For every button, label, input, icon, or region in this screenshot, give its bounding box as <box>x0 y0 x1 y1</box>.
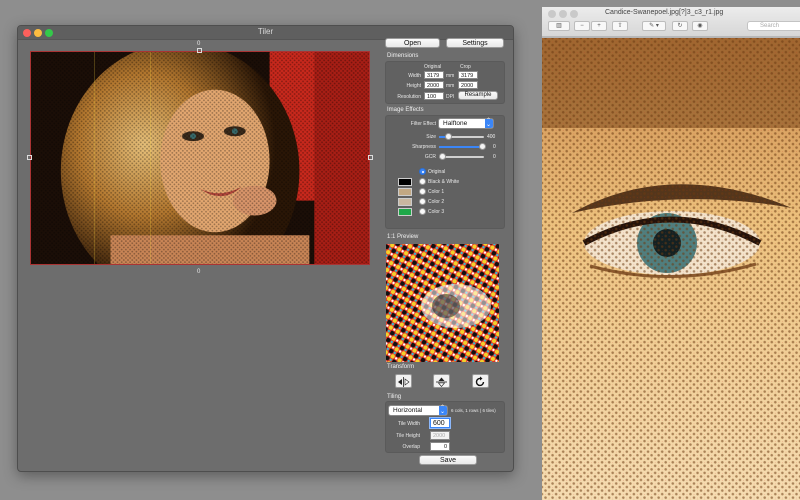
height-original-field[interactable]: 2000 <box>424 81 444 89</box>
halftone-closeup-image <box>542 38 800 500</box>
filter-effect-value: Halftone <box>443 120 468 127</box>
select-arrow-icon <box>485 116 493 130</box>
tile-width-field[interactable]: 600 <box>430 418 450 428</box>
color-option-original-label: Original <box>428 169 446 175</box>
tiling-mode-value: Horizontal <box>393 407 423 414</box>
flip-vertical-icon <box>436 377 447 387</box>
swatch-color-1[interactable] <box>398 188 412 196</box>
annotate-icon[interactable]: ◉ <box>692 21 708 31</box>
dimensions-section-label: Dimensions <box>387 53 419 59</box>
preview-window: Candice-Swanepoel.jpg[?]3_c3_r1.jpg ▥ − … <box>542 7 800 500</box>
sharpness-slider-knob[interactable] <box>479 143 486 150</box>
height-unit-label: mm <box>446 83 455 89</box>
sharpness-slider-fill <box>439 146 482 148</box>
sharpness-value: 0 <box>493 144 496 150</box>
crop-handle-left[interactable] <box>27 155 32 160</box>
width-original-field[interactable]: 3179 <box>424 71 444 79</box>
rotate-icon[interactable]: ↻ <box>672 21 688 31</box>
overlap-field[interactable]: 0 <box>430 442 450 451</box>
color-option-2-radio[interactable] <box>419 198 426 205</box>
height-crop-field[interactable]: 2000 <box>458 81 478 89</box>
size-slider[interactable] <box>439 133 484 140</box>
tile-height-field[interactable]: 2000 <box>430 431 450 440</box>
transform-section-label: Transform <box>387 364 415 370</box>
preview-zoom-button[interactable] <box>570 10 578 18</box>
tiling-group: Horizontal 6 cols, 1 rows ( 6 tiles) Til… <box>385 401 505 453</box>
preview-photo <box>542 38 800 500</box>
tile-width-label: Tile Width <box>397 421 420 427</box>
filter-effect-select[interactable]: Halftone <box>438 116 494 130</box>
select-arrow-icon <box>439 403 447 417</box>
gcr-value: 0 <box>493 154 496 160</box>
color-option-bw-label: Black & White <box>428 179 460 185</box>
swatch-color-2[interactable] <box>398 198 412 206</box>
dimensions-group: Original Crop Width 3179 mm 3179 Height … <box>385 61 505 104</box>
width-crop-field[interactable]: 3179 <box>458 71 478 79</box>
size-slider-knob[interactable] <box>445 133 452 140</box>
preview-title-bar[interactable]: Candice-Swanepoel.jpg[?]3_c3_r1.jpg ▥ − … <box>542 7 800 37</box>
width-label: Width <box>408 73 421 79</box>
share-icon[interactable]: ⇧ <box>612 21 628 31</box>
sharpness-slider[interactable] <box>439 143 486 150</box>
color-option-3-radio[interactable] <box>419 208 426 215</box>
crop-column-label: Crop <box>460 64 471 70</box>
bottom-guide-label: 0 <box>197 269 201 275</box>
halftone-photo <box>31 52 369 264</box>
tiling-section-label: Tiling <box>387 394 402 400</box>
markup-icon[interactable]: ✎ ▾ <box>642 21 666 31</box>
overlap-label: Overlap <box>402 444 420 450</box>
tiling-mode-select[interactable]: Horizontal <box>388 403 448 417</box>
width-unit-label: mm <box>446 73 455 79</box>
open-button[interactable]: Open <box>385 38 440 48</box>
color-option-bw-radio[interactable] <box>419 178 426 185</box>
gcr-slider[interactable] <box>439 153 484 160</box>
swatch-color-3[interactable] <box>398 208 412 216</box>
halftone-preview-image <box>386 244 499 362</box>
zoom-in-icon[interactable]: + <box>591 21 607 31</box>
one-to-one-preview <box>386 244 499 362</box>
size-value: 400 <box>487 134 496 140</box>
preview-filename: Candice-Swanepoel.jpg[?]3_c3_r1.jpg <box>605 9 724 16</box>
preview-section-label: 1:1 Preview <box>387 234 419 240</box>
swatch-black-white[interactable] <box>398 178 412 186</box>
flip-horizontal-icon <box>398 377 410 387</box>
rotate-icon <box>475 376 485 387</box>
flip-horizontal-button[interactable] <box>395 374 412 388</box>
flip-vertical-button[interactable] <box>433 374 450 388</box>
color-option-1-radio[interactable] <box>419 188 426 195</box>
sharpness-label: Sharpness <box>412 144 436 150</box>
zoom-out-icon[interactable]: − <box>574 21 590 31</box>
original-column-label: Original <box>424 64 442 70</box>
tiling-summary: 6 cols, 1 rows ( 6 tiles) <box>451 408 496 413</box>
window-title: Tiler <box>257 27 274 36</box>
top-guide-label: 0 <box>197 41 201 47</box>
preview-minimize-button[interactable] <box>559 10 567 18</box>
crop-handle-top[interactable] <box>197 48 202 53</box>
size-label: Size <box>426 134 436 140</box>
resolution-unit-label: DPI <box>446 94 455 100</box>
settings-button[interactable]: Settings <box>446 38 504 48</box>
gcr-slider-knob[interactable] <box>439 153 446 160</box>
gcr-label: GCR <box>424 154 436 160</box>
resolution-field[interactable]: 100 <box>424 92 444 100</box>
resample-button[interactable]: Resample <box>458 91 498 100</box>
search-input[interactable]: Search <box>747 21 800 31</box>
tiler-window: Tiler 0 0 Open Settings Dimensions Origi… <box>17 25 514 472</box>
sidebar-toggle-icon[interactable]: ▥ <box>548 21 570 31</box>
color-option-original-radio[interactable] <box>419 168 426 175</box>
resolution-label: Resolution <box>397 94 421 100</box>
crop-handle-right[interactable] <box>368 155 373 160</box>
image-canvas[interactable] <box>30 51 370 265</box>
color-option-3-label: Color 3 <box>428 209 445 215</box>
filter-effect-label: Filter Effect <box>410 121 436 127</box>
rotate-button[interactable] <box>472 374 489 388</box>
image-effects-section-label: Image Effects <box>387 107 424 113</box>
image-effects-group: Filter Effect Halftone Size 400 Sharpnes… <box>385 115 505 229</box>
color-option-1-label: Color 1 <box>428 189 445 195</box>
color-option-2-label: Color 2 <box>428 199 445 205</box>
tile-height-label: Tile Height <box>396 433 420 439</box>
height-label: Height <box>406 83 421 89</box>
save-button[interactable]: Save <box>419 455 477 465</box>
preview-close-button[interactable] <box>548 10 556 18</box>
